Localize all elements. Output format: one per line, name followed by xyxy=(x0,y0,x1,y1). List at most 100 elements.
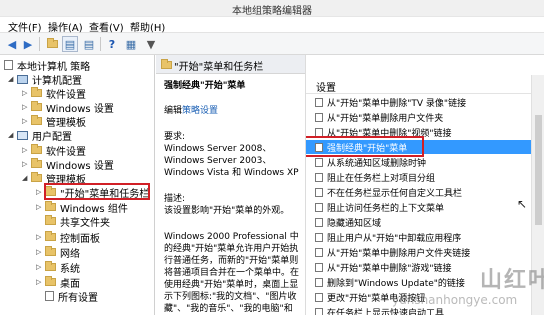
description-label: 描述: xyxy=(164,194,186,204)
body-line: 藏"、"我的音乐"、"我的电脑"和 xyxy=(164,304,293,314)
setting-row[interactable]: 阻止用户从"开始"中卸载应用程序 xyxy=(306,230,544,244)
scrollbar-thumb[interactable] xyxy=(535,115,542,225)
up-folder-icon[interactable] xyxy=(44,36,60,52)
policy-icon xyxy=(315,172,323,182)
policy-icon xyxy=(315,187,323,197)
window-title: 本地组策略编辑器 xyxy=(232,6,312,17)
policy-icon xyxy=(315,232,323,242)
folder-icon xyxy=(31,115,42,125)
folder-icon xyxy=(45,276,56,286)
policy-icon xyxy=(315,97,323,107)
folder-icon xyxy=(31,144,42,154)
policy-icon xyxy=(315,157,323,167)
chevron-right-icon[interactable]: ▷ xyxy=(22,146,31,154)
tree-item-windows-components[interactable]: ▷ Windows 组件 xyxy=(36,200,128,215)
menu-file[interactable]: 文件(F) xyxy=(8,19,42,34)
column-header-setting[interactable]: 设置 xyxy=(306,78,544,94)
highlight-box xyxy=(306,136,424,157)
show-tree-icon[interactable]: ▤ xyxy=(62,36,78,52)
menu-action[interactable]: 操作(A) xyxy=(48,19,83,34)
policy-icon xyxy=(315,307,323,315)
mouse-cursor-icon: ↖ xyxy=(517,197,528,211)
settings-list-icon xyxy=(45,291,54,301)
toolbar-separator xyxy=(39,37,40,51)
tree-item-system[interactable]: ▷ 系统 xyxy=(36,260,80,275)
chevron-right-icon[interactable]: ▷ xyxy=(36,263,45,271)
setting-row[interactable]: 不在任务栏显示任何自定义工具栏 xyxy=(306,185,544,199)
edit-policy: 编辑策略设置 xyxy=(164,106,219,116)
chevron-right-icon[interactable]: ▷ xyxy=(22,89,31,97)
policy-title: 强制经典"开始"菜单 xyxy=(164,81,246,91)
setting-row[interactable]: 从"开始"菜单删除用户文件夹 xyxy=(306,110,544,124)
setting-row[interactable]: 从系统通知区域删除时钟 xyxy=(306,155,544,169)
view-icon[interactable]: ▦ xyxy=(123,36,139,52)
toolbar-separator xyxy=(100,37,101,51)
filter-icon[interactable]: ▼ xyxy=(143,36,159,52)
tree-item-admin-templates[interactable]: ▷ 管理模板 xyxy=(22,114,86,129)
back-arrow-icon[interactable]: ◀ xyxy=(4,36,20,52)
watermark-url: yunshanhongye.com xyxy=(392,293,518,307)
requirement-line: Windows Server 2003、 xyxy=(164,156,272,166)
chevron-right-icon[interactable]: ▷ xyxy=(22,160,31,168)
setting-row[interactable]: 隐藏通知区域 xyxy=(306,215,544,229)
navigation-tree: 本地计算机 策略 ◢ 计算机配置 ▷ 软件设置 ▷ Windows 设置 ▷ 管理模板 … xyxy=(0,55,155,315)
folder-icon xyxy=(45,261,56,271)
body-line: 行普通任务，而新的"开始"菜单则 xyxy=(164,256,299,266)
chevron-right-icon[interactable]: ▷ xyxy=(36,233,45,241)
policy-icon xyxy=(315,112,323,122)
tree-item-root[interactable]: 本地计算机 策略 xyxy=(4,58,90,73)
tree-item-all-settings[interactable]: 所有设置 xyxy=(36,289,98,304)
chevron-right-icon[interactable]: ▷ xyxy=(36,248,45,256)
setting-row[interactable]: 从"开始"菜单中删除"TV 录像"链接 xyxy=(306,95,544,109)
user-icon xyxy=(17,130,28,140)
forward-arrow-icon[interactable]: ▶ xyxy=(20,36,36,52)
setting-row[interactable]: 从"开始"菜单中删除用户文件夹链接 xyxy=(306,245,544,259)
folder-icon xyxy=(45,231,56,241)
chevron-right-icon[interactable]: ▷ xyxy=(36,203,45,211)
help-icon[interactable]: ? xyxy=(104,36,120,52)
chevron-down-icon[interactable]: ◢ xyxy=(8,131,17,139)
tree-item-user-software-settings[interactable]: ▷ 软件设置 xyxy=(22,143,86,158)
description-line: 该设置影响"开始"菜单的外观。 xyxy=(164,206,290,216)
policy-icon xyxy=(315,277,323,287)
body-line: Windows 2000 Professional 中 xyxy=(164,232,299,242)
policy-icon xyxy=(315,292,323,302)
tree-item-user-config[interactable]: ◢ 用户配置 xyxy=(8,128,72,143)
tree-item-windows-settings[interactable]: ▷ Windows 设置 xyxy=(22,100,114,115)
folder-icon xyxy=(161,59,172,69)
body-line: 使用经典"开始"菜单时，桌面上显 xyxy=(164,280,299,290)
setting-row[interactable]: 阻止访问任务栏的上下文菜单 xyxy=(306,200,544,214)
edit-policy-link[interactable]: 策略设置 xyxy=(182,106,218,116)
policy-icon xyxy=(315,202,323,212)
computer-icon xyxy=(17,74,28,84)
folder-open-icon xyxy=(31,172,42,182)
tree-item-desktop[interactable]: ▷ 桌面 xyxy=(36,275,80,290)
toolbar: ◀ ▶ ▤ ▤ ? ▦ ▼ xyxy=(0,33,544,55)
tree-item-computer-config[interactable]: ◢ 计算机配置 xyxy=(8,72,82,87)
chevron-down-icon[interactable]: ◢ xyxy=(22,174,31,182)
body-line: 将普通项目合并在一个菜单中。在 xyxy=(164,268,300,278)
tree-item-shared-folders[interactable]: 共享文件夹 xyxy=(36,214,110,229)
setting-row[interactable]: 阻止在任务栏上对项目分组 xyxy=(306,170,544,184)
folder-icon xyxy=(45,201,56,211)
policy-icon xyxy=(315,217,323,227)
menu-help[interactable]: 帮助(H) xyxy=(130,19,165,34)
folder-icon xyxy=(45,246,56,256)
description-pane: "开始"菜单和任务栏 强制经典"开始"菜单 编辑策略设置 要求: Windows… xyxy=(156,55,305,315)
tree-item-software-settings[interactable]: ▷ 软件设置 xyxy=(22,86,86,101)
body-line: 示下列图标:"我的文档"、"图片收 xyxy=(164,292,297,302)
body-line: 的经典"开始"菜单允许用户开始执 xyxy=(164,244,299,254)
chevron-right-icon[interactable]: ▷ xyxy=(22,103,31,111)
chevron-right-icon[interactable]: ▷ xyxy=(36,278,45,286)
tree-item-control-panel[interactable]: ▷ 控制面板 xyxy=(36,230,100,245)
pane-header: "开始"菜单和任务栏 xyxy=(156,55,305,74)
chevron-down-icon[interactable]: ◢ xyxy=(8,75,17,83)
requirement-line: Windows Server 2008、 xyxy=(164,144,272,154)
tree-item-user-windows-settings[interactable]: ▷ Windows 设置 xyxy=(22,157,114,172)
highlight-box xyxy=(44,183,150,200)
chevron-right-icon[interactable]: ▷ xyxy=(22,117,31,125)
menu-view[interactable]: 查看(V) xyxy=(89,19,124,34)
export-icon[interactable]: ▤ xyxy=(81,36,97,52)
requirement-line: Windows Vista 和 Windows XP xyxy=(164,168,299,178)
tree-item-network[interactable]: ▷ 网络 xyxy=(36,245,80,260)
